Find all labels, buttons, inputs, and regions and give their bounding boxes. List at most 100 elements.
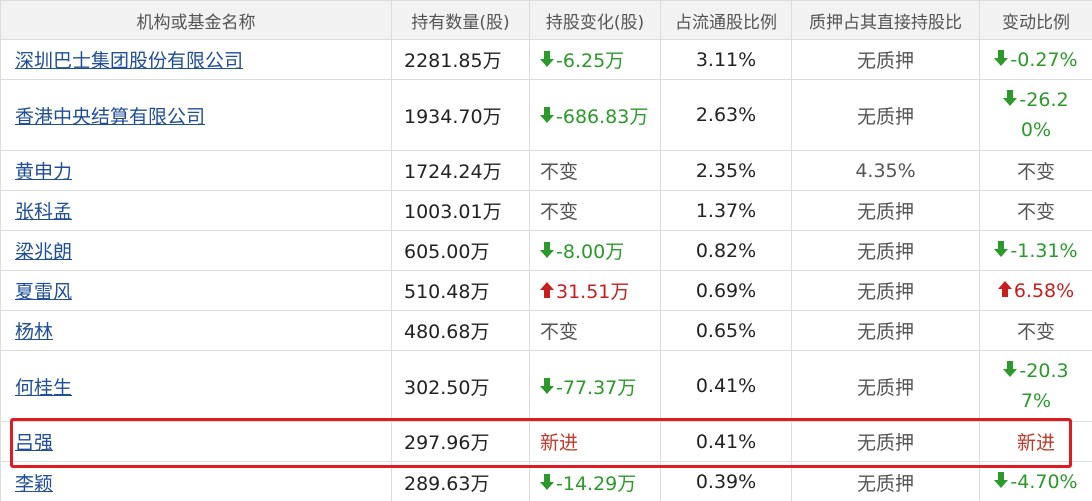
holding-cell: 297.96万: [391, 421, 530, 462]
pledge-cell: 4.35%: [791, 150, 980, 191]
holder-name-link[interactable]: 张科孟: [15, 201, 72, 223]
holding-change-value: -686.83万: [556, 105, 649, 128]
holder-name-cell: 张科孟: [0, 190, 392, 231]
holder-name-cell: 何桂生: [0, 350, 392, 422]
change-ratio-cell: 不变: [979, 190, 1092, 231]
holding-change-value: 31.51万: [556, 281, 630, 303]
holder-name-cell: 吕强: [0, 421, 392, 462]
arrow-down-icon: [994, 240, 1009, 262]
holder-name-link[interactable]: 何桂生: [15, 377, 72, 399]
col-header-holding: 持有数量(股): [391, 0, 530, 40]
pledge-cell: 无质押: [791, 421, 980, 462]
float-pct-cell: 0.69%: [660, 270, 792, 311]
change-ratio-value: -20.37%: [1019, 360, 1069, 412]
col-header-ratio: 变动比例: [979, 0, 1092, 40]
holding-change-value: -6.25万: [556, 50, 625, 72]
change-ratio-value: 不变: [1016, 201, 1055, 223]
float-pct-cell: 0.39%: [660, 461, 792, 501]
float-pct-cell: 2.63%: [660, 79, 792, 151]
holding-cell: 1934.70万: [391, 79, 530, 151]
col-header-name: 机构或基金名称: [0, 0, 392, 40]
change-ratio-cell: -1.31%: [979, 230, 1092, 271]
holder-name-link[interactable]: 夏雷风: [15, 281, 72, 303]
holding-change-value: 不变: [540, 201, 579, 223]
change-ratio-cell: -20.37%: [979, 350, 1092, 422]
table-row: 黄申力 1724.24万 不变 2.35% 4.35% 不变: [0, 150, 1092, 191]
holder-name-link[interactable]: 深圳巴士集团股份有限公司: [15, 50, 243, 72]
arrow-down-icon: [540, 241, 554, 263]
table-header-row: 机构或基金名称 持有数量(股) 持股变化(股) 占流通股比例 质押占其直接持股比…: [0, 0, 1092, 40]
pledge-cell: 无质押: [791, 230, 980, 271]
holder-name-cell: 杨林: [0, 310, 392, 351]
arrow-down-icon: [540, 50, 554, 72]
table-row: 夏雷风 510.48万 31.51万 0.69% 无质押 6.58%: [0, 270, 1092, 311]
pledge-cell: 无质押: [791, 350, 980, 422]
holding-change-value: -8.00万: [556, 241, 625, 263]
holding-change-cell: -14.29万: [529, 461, 661, 501]
change-ratio-cell: 新进: [979, 421, 1092, 462]
holder-name-cell: 夏雷风: [0, 270, 392, 311]
table-row: 深圳巴士集团股份有限公司 2281.85万 -6.25万 3.11% 无质押 -0.27%: [0, 39, 1092, 80]
holding-cell: 605.00万: [391, 230, 530, 271]
arrow-down-icon: [540, 106, 554, 128]
holding-change-value: -14.29万: [556, 472, 637, 495]
holder-name-link[interactable]: 吕强: [15, 432, 53, 454]
holding-cell: 480.68万: [391, 310, 530, 351]
change-ratio-value: -0.27%: [1010, 48, 1078, 71]
change-ratio-value: -4.70%: [1010, 471, 1078, 493]
pledge-cell: 无质押: [791, 79, 980, 151]
holding-change-cell: -6.25万: [529, 39, 661, 80]
arrow-up-icon: [540, 281, 554, 303]
holding-cell: 510.48万: [391, 270, 530, 311]
float-pct-cell: 0.65%: [660, 310, 792, 351]
holder-name-cell: 香港中央结算有限公司: [0, 79, 392, 151]
holder-name-cell: 深圳巴士集团股份有限公司: [0, 39, 392, 80]
holding-change-value: -77.37万: [556, 376, 637, 399]
float-pct-cell: 0.41%: [660, 421, 792, 462]
pledge-cell: 无质押: [791, 39, 980, 80]
table-body: 深圳巴士集团股份有限公司 2281.85万 -6.25万 3.11% 无质押 -0.27%…: [0, 39, 1092, 501]
pledge-cell: 无质押: [791, 461, 980, 501]
arrow-up-icon: [997, 280, 1012, 302]
change-ratio-cell: -0.27%: [979, 39, 1092, 80]
change-ratio-cell: 6.58%: [979, 270, 1092, 311]
table-row: 香港中央结算有限公司 1934.70万 -686.83万 2.63% 无质押 -26.20…: [0, 79, 1092, 151]
holder-name-link[interactable]: 香港中央结算有限公司: [15, 106, 205, 128]
arrow-down-icon: [540, 377, 554, 399]
holder-name-cell: 李颖: [0, 461, 392, 501]
holding-cell: 2281.85万: [391, 39, 530, 80]
holding-cell: 302.50万: [391, 350, 530, 422]
holding-cell: 289.63万: [391, 461, 530, 501]
arrow-down-icon: [1003, 356, 1018, 386]
change-ratio-cell: 不变: [979, 150, 1092, 191]
holding-cell: 1724.24万: [391, 150, 530, 191]
holding-change-cell: 不变: [529, 190, 661, 231]
table-row: 何桂生 302.50万 -77.37万 0.41% 无质押 -20.37%: [0, 350, 1092, 422]
change-ratio-cell: -26.20%: [979, 79, 1092, 151]
holding-change-cell: -77.37万: [529, 350, 661, 422]
col-header-float-pct: 占流通股比例: [660, 0, 792, 40]
table-row: 张科孟 1003.01万 不变 1.37% 无质押 不变: [0, 190, 1092, 231]
holder-name-link[interactable]: 杨林: [15, 321, 53, 343]
holder-name-link[interactable]: 梁兆朗: [15, 241, 72, 263]
float-pct-cell: 0.41%: [660, 350, 792, 422]
table-row: 李颖 289.63万 -14.29万 0.39% 无质押 -4.70%: [0, 461, 1092, 501]
change-ratio-value: 6.58%: [1013, 279, 1075, 302]
holding-cell: 1003.01万: [391, 190, 530, 231]
holding-change-cell: 31.51万: [529, 270, 661, 311]
change-ratio-value: -26.20%: [1019, 89, 1069, 141]
change-ratio-value: 新进: [1016, 432, 1055, 454]
holding-change-cell: -8.00万: [529, 230, 661, 271]
shareholder-table-container: 机构或基金名称 持有数量(股) 持股变化(股) 占流通股比例 质押占其直接持股比…: [0, 0, 1092, 501]
holder-name-link[interactable]: 李颖: [15, 473, 53, 495]
col-header-pledge: 质押占其直接持股比: [791, 0, 980, 40]
pledge-cell: 无质押: [791, 190, 980, 231]
change-ratio-value: 不变: [1016, 161, 1055, 183]
col-header-change: 持股变化(股): [529, 0, 661, 40]
holder-name-link[interactable]: 黄申力: [15, 161, 72, 183]
shareholder-table: 机构或基金名称 持有数量(股) 持股变化(股) 占流通股比例 质押占其直接持股比…: [0, 0, 1092, 501]
holding-change-cell: 新进: [529, 421, 661, 462]
table-row: 杨林 480.68万 不变 0.65% 无质押 不变: [0, 310, 1092, 351]
pledge-cell: 无质押: [791, 270, 980, 311]
table-row: 梁兆朗 605.00万 -8.00万 0.82% 无质押 -1.31%: [0, 230, 1092, 271]
